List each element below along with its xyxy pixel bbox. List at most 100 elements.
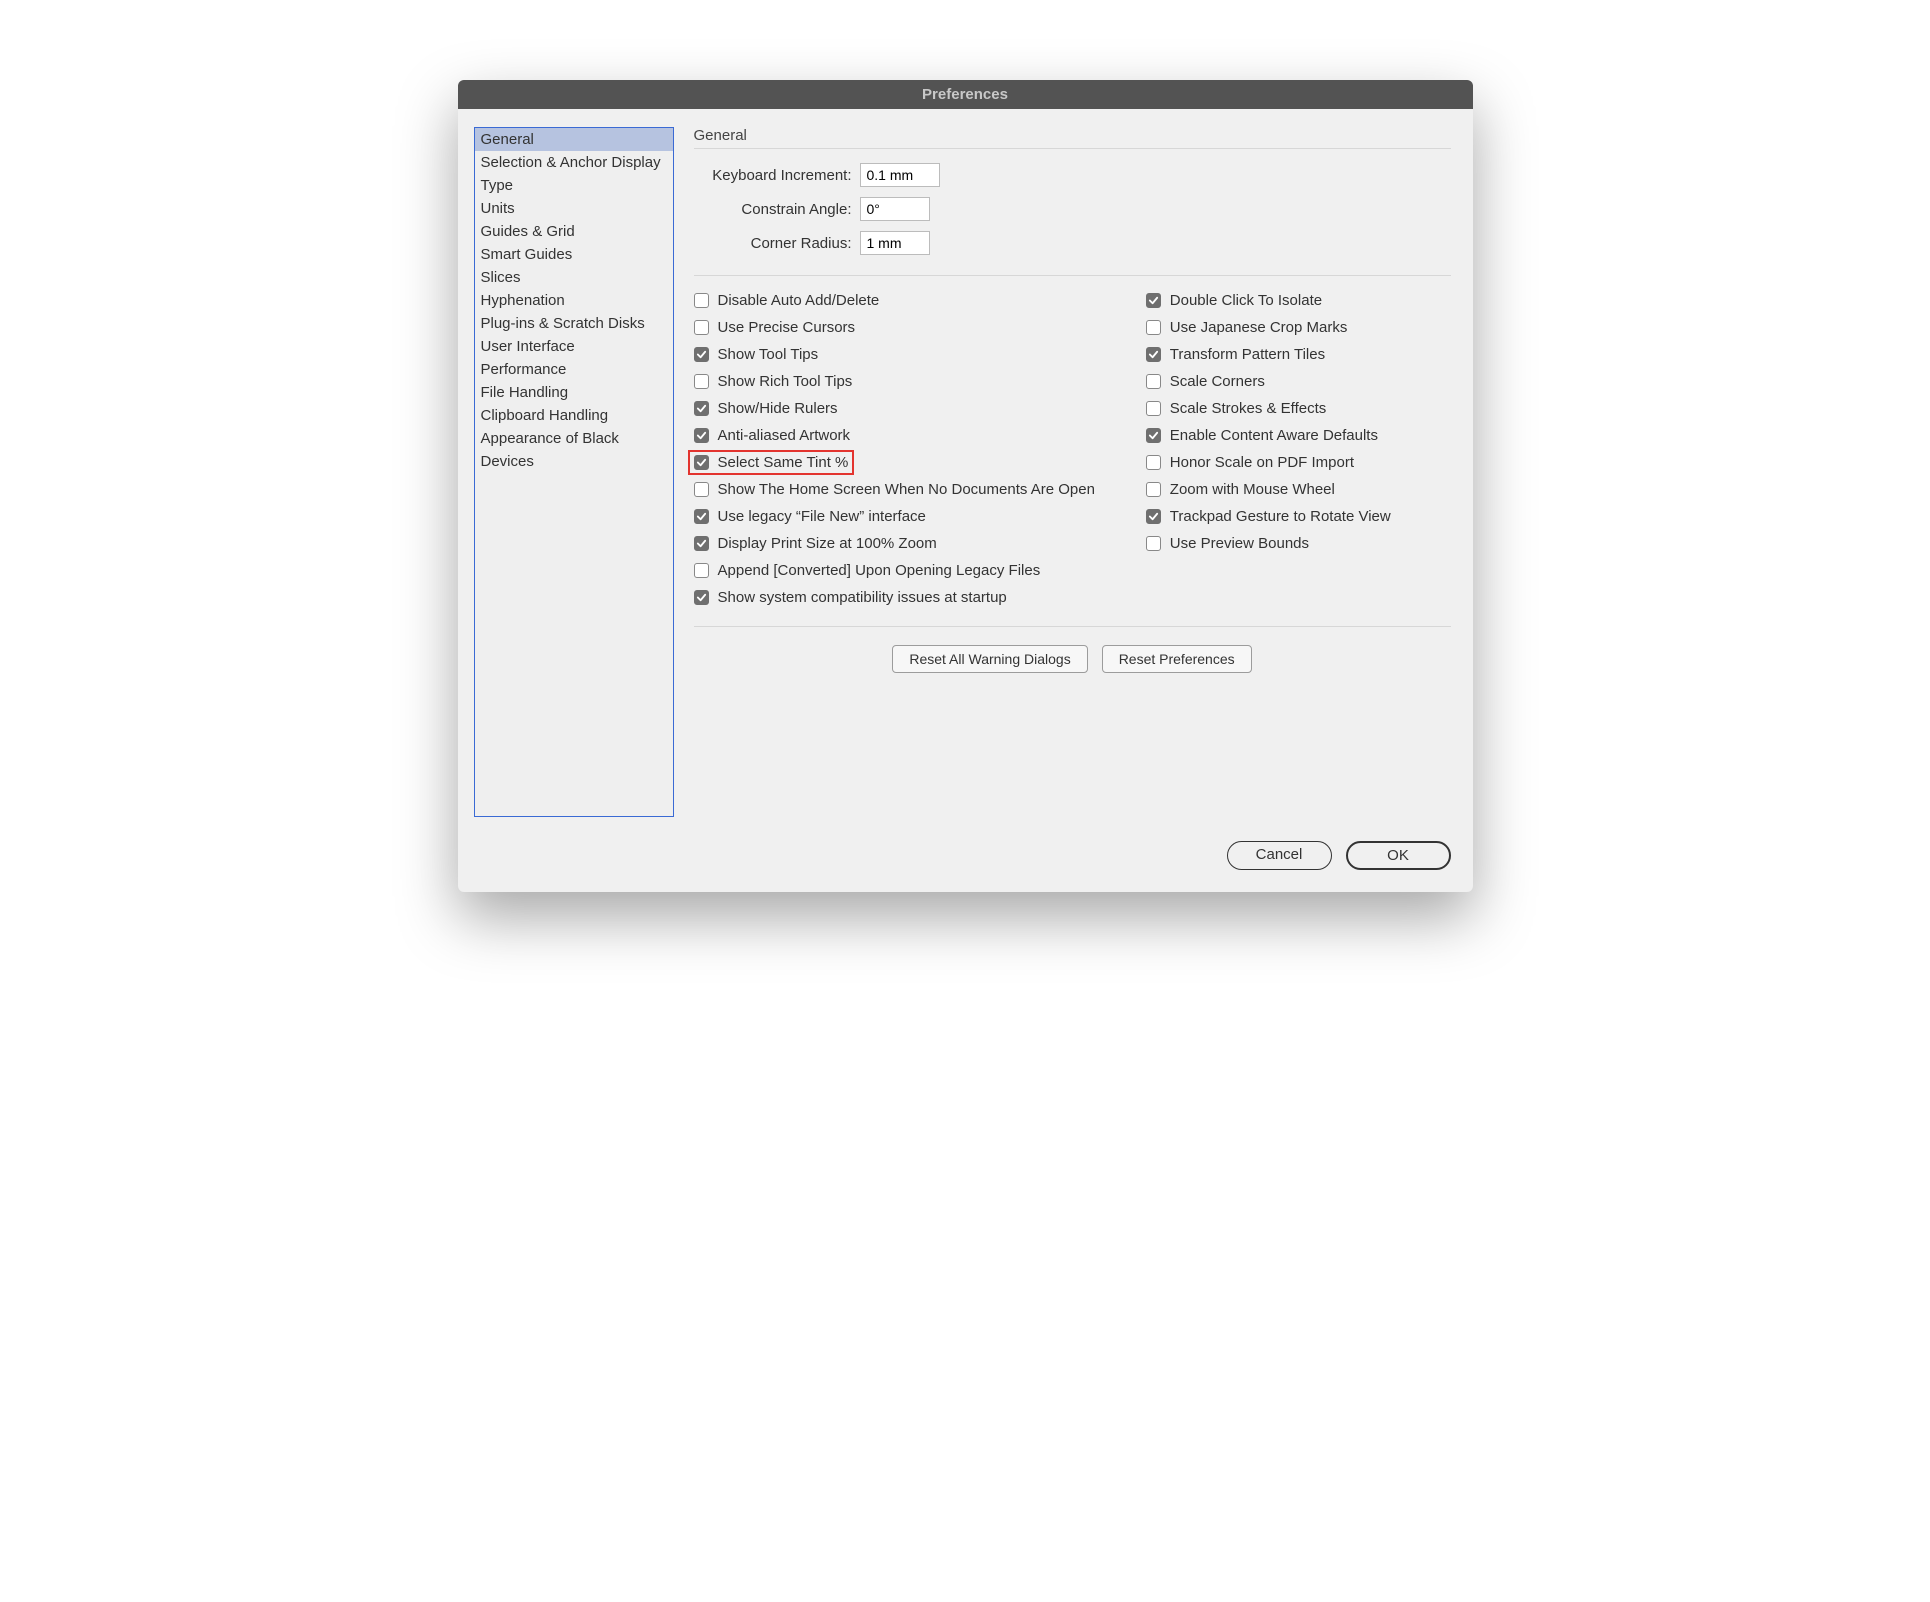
checkbox-icon[interactable]	[1146, 293, 1161, 308]
checkbox-icon[interactable]	[1146, 482, 1161, 497]
sidebar-item-clipboard-handling[interactable]: Clipboard Handling	[475, 404, 673, 427]
checkbox-label: Transform Pattern Tiles	[1170, 346, 1325, 363]
reset-warning-dialogs-button[interactable]: Reset All Warning Dialogs	[892, 645, 1087, 673]
checkbox-row[interactable]: Show Rich Tool Tips	[694, 373, 1106, 390]
checkbox-label: Show The Home Screen When No Documents A…	[718, 481, 1095, 498]
keyboard-increment-input[interactable]	[860, 163, 940, 187]
checkbox-label: Scale Corners	[1170, 373, 1265, 390]
checkbox-row[interactable]: Use Preview Bounds	[1146, 535, 1451, 552]
field-corner-radius: Corner Radius:	[700, 231, 1451, 255]
dialog-footer: Cancel OK	[458, 841, 1473, 892]
sidebar-item-slices[interactable]: Slices	[475, 266, 673, 289]
checkbox-label: Show system compatibility issues at star…	[718, 589, 1007, 606]
preferences-dialog: Preferences General Selection & Anchor D…	[458, 80, 1473, 892]
checkbox-label: Scale Strokes & Effects	[1170, 400, 1326, 417]
checkbox-col-right: Double Click To Isolate Use Japanese Crop…	[1146, 292, 1451, 606]
checkbox-icon[interactable]	[694, 320, 709, 335]
field-label: Corner Radius:	[700, 235, 860, 252]
sidebar-item-type[interactable]: Type	[475, 174, 673, 197]
field-group: Keyboard Increment: Constrain Angle: Cor…	[700, 163, 1451, 265]
checkbox-label: Show/Hide Rulers	[718, 400, 838, 417]
checkbox-icon[interactable]	[1146, 428, 1161, 443]
sidebar-item-user-interface[interactable]: User Interface	[475, 335, 673, 358]
checkbox-icon[interactable]	[1146, 509, 1161, 524]
field-constrain-angle: Constrain Angle:	[700, 197, 1451, 221]
sidebar-item-devices[interactable]: Devices	[475, 450, 673, 473]
corner-radius-input[interactable]	[860, 231, 930, 255]
checkbox-label: Select Same Tint %	[718, 454, 849, 471]
sidebar-item-performance[interactable]: Performance	[475, 358, 673, 381]
sidebar-item-plugins-scratch[interactable]: Plug-ins & Scratch Disks	[475, 312, 673, 335]
dialog-title: Preferences	[458, 80, 1473, 109]
checkbox-row[interactable]: Anti-aliased Artwork	[694, 427, 1106, 444]
constrain-angle-input[interactable]	[860, 197, 930, 221]
checkbox-icon[interactable]	[694, 455, 709, 470]
checkbox-row[interactable]: Show/Hide Rulers	[694, 400, 1106, 417]
checkbox-label: Anti-aliased Artwork	[718, 427, 851, 444]
checkbox-row[interactable]: Show system compatibility issues at star…	[694, 589, 1106, 606]
sidebar-item-guides-grid[interactable]: Guides & Grid	[475, 220, 673, 243]
checkbox-row[interactable]: Use legacy “File New” interface	[694, 508, 1106, 525]
checkbox-icon[interactable]	[1146, 347, 1161, 362]
checkbox-row[interactable]: Trackpad Gesture to Rotate View	[1146, 508, 1451, 525]
checkbox-icon[interactable]	[694, 482, 709, 497]
sidebar-item-hyphenation[interactable]: Hyphenation	[475, 289, 673, 312]
checkbox-label: Enable Content Aware Defaults	[1170, 427, 1378, 444]
checkbox-icon[interactable]	[1146, 320, 1161, 335]
checkbox-row[interactable]: Enable Content Aware Defaults	[1146, 427, 1451, 444]
sidebar-item-smart-guides[interactable]: Smart Guides	[475, 243, 673, 266]
checkbox-row[interactable]: Show The Home Screen When No Documents A…	[694, 481, 1106, 498]
sidebar: General Selection & Anchor Display Type …	[474, 127, 674, 817]
checkbox-row[interactable]: Display Print Size at 100% Zoom	[694, 535, 1106, 552]
sidebar-item-selection-anchor[interactable]: Selection & Anchor Display	[475, 151, 673, 174]
checkbox-icon[interactable]	[694, 293, 709, 308]
checkbox-row[interactable]: Zoom with Mouse Wheel	[1146, 481, 1451, 498]
checkbox-row[interactable]: Honor Scale on PDF Import	[1146, 454, 1451, 471]
field-keyboard-increment: Keyboard Increment:	[700, 163, 1451, 187]
checkbox-icon[interactable]	[1146, 374, 1161, 389]
checkbox-label: Zoom with Mouse Wheel	[1170, 481, 1335, 498]
reset-buttons-row: Reset All Warning Dialogs Reset Preferen…	[694, 626, 1451, 673]
checkbox-icon[interactable]	[694, 590, 709, 605]
ok-button[interactable]: OK	[1346, 841, 1451, 870]
checkbox-label: Trackpad Gesture to Rotate View	[1170, 508, 1391, 525]
sidebar-item-appearance-black[interactable]: Appearance of Black	[475, 427, 673, 450]
checkbox-icon[interactable]	[694, 536, 709, 551]
reset-preferences-button[interactable]: Reset Preferences	[1102, 645, 1252, 673]
checkbox-icon[interactable]	[694, 374, 709, 389]
checkbox-icon[interactable]	[694, 428, 709, 443]
checkbox-row[interactable]: Show Tool Tips	[694, 346, 1106, 363]
checkbox-icon[interactable]	[694, 563, 709, 578]
sidebar-item-file-handling[interactable]: File Handling	[475, 381, 673, 404]
checkbox-label: Honor Scale on PDF Import	[1170, 454, 1354, 471]
cancel-button[interactable]: Cancel	[1227, 841, 1332, 870]
checkbox-columns: Disable Auto Add/Delete Use Precise Curso…	[694, 292, 1451, 606]
checkbox-label: Show Rich Tool Tips	[718, 373, 853, 390]
checkbox-row[interactable]: Use Precise Cursors	[694, 319, 1106, 336]
checkbox-label: Use Preview Bounds	[1170, 535, 1309, 552]
checkbox-row[interactable]: Scale Strokes & Effects	[1146, 400, 1451, 417]
checkbox-row[interactable]: Scale Corners	[1146, 373, 1451, 390]
main-panel: General Keyboard Increment: Constrain An…	[694, 127, 1451, 817]
checkbox-row[interactable]: Double Click To Isolate	[1146, 292, 1451, 309]
checkbox-label: Show Tool Tips	[718, 346, 819, 363]
checkbox-icon[interactable]	[694, 509, 709, 524]
checkbox-row[interactable]: Append [Converted] Upon Opening Legacy F…	[694, 562, 1106, 579]
dialog-body: General Selection & Anchor Display Type …	[458, 109, 1473, 841]
checkbox-icon[interactable]	[1146, 455, 1161, 470]
checkbox-label: Use legacy “File New” interface	[718, 508, 926, 525]
checkbox-icon[interactable]	[1146, 401, 1161, 416]
sidebar-item-units[interactable]: Units	[475, 197, 673, 220]
checkbox-row[interactable]: Transform Pattern Tiles	[1146, 346, 1451, 363]
section-heading: General	[694, 127, 1451, 149]
checkbox-row[interactable]: Select Same Tint %	[688, 450, 855, 475]
checkbox-label: Append [Converted] Upon Opening Legacy F…	[718, 562, 1041, 579]
checkbox-row[interactable]: Use Japanese Crop Marks	[1146, 319, 1451, 336]
checkbox-icon[interactable]	[1146, 536, 1161, 551]
sidebar-item-general[interactable]: General	[475, 128, 673, 151]
checkbox-col-left: Disable Auto Add/Delete Use Precise Curso…	[694, 292, 1106, 606]
checkbox-icon[interactable]	[694, 401, 709, 416]
checkbox-icon[interactable]	[694, 347, 709, 362]
checkbox-row[interactable]: Disable Auto Add/Delete	[694, 292, 1106, 309]
checkbox-label: Disable Auto Add/Delete	[718, 292, 880, 309]
